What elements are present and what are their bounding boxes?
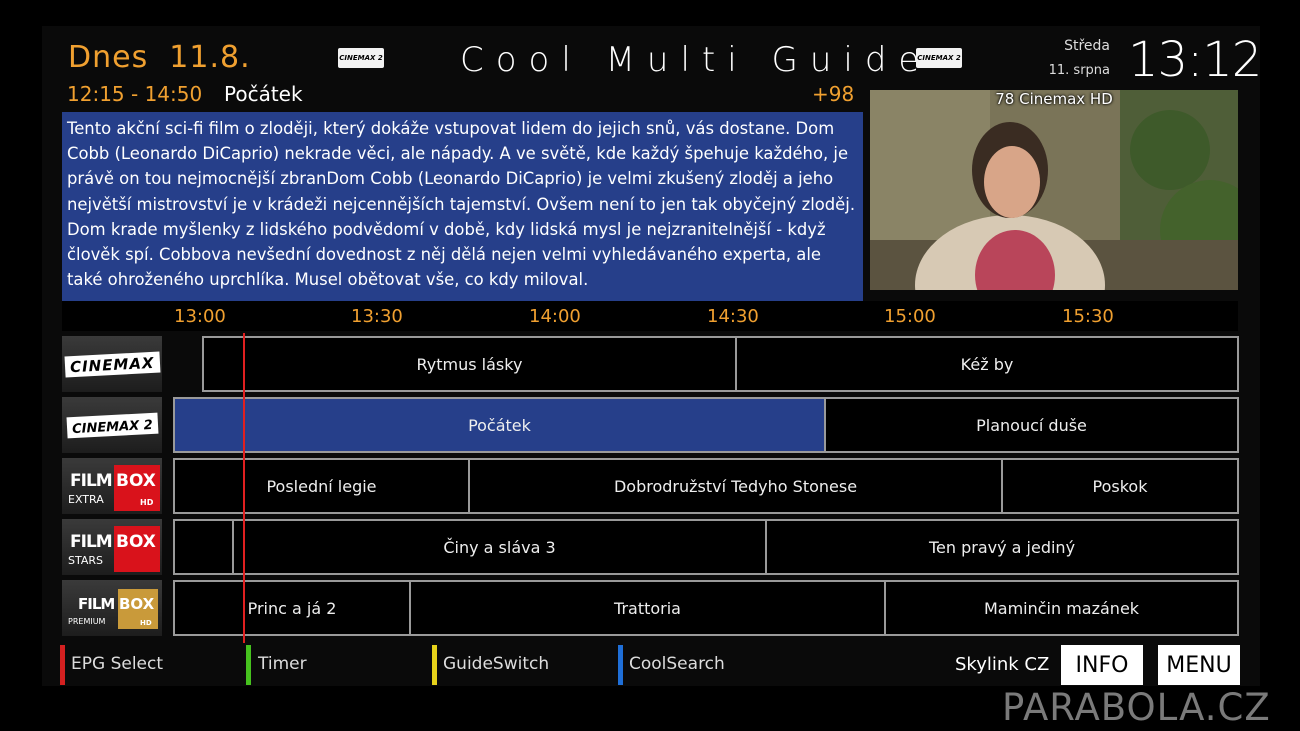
time-tick: 15:00 [884,306,936,327]
logo-film: FILM [70,471,113,491]
red-key-icon [60,645,65,685]
live-preview: 78 Cinemax HD [870,90,1238,290]
program-cell[interactable]: Poskok [1001,458,1239,514]
guide-title: Cool Multi Guide [460,40,932,80]
logo-sub: EXTRA [68,493,104,506]
program-title: Počátek [224,82,303,106]
channel-logo-text: CINEMAX 2 [917,54,961,62]
program-cell[interactable]: Činy a sláva 3 [232,519,767,575]
channel-logo-cinemax2[interactable]: CINEMAX 2 [62,397,162,453]
cool-search-label[interactable]: CoolSearch [629,654,725,674]
channel-logo-filmbox-premium[interactable]: FILM BOX PREMIUM HD [62,580,162,636]
channel-number-badge: +98 [812,82,855,106]
logo-hd: HD [140,498,154,507]
logo-sub: PREMIUM [68,617,106,626]
channel-logo-filmbox-extra[interactable]: FILM BOX EXTRA HD [62,458,162,514]
guide-switch-label[interactable]: GuideSwitch [443,654,549,674]
channel-logo-cinemax[interactable]: CINEMAX [62,336,162,392]
time-tick: 15:30 [1062,306,1114,327]
program-description: Tento akční sci-fi film o zloději, který… [62,112,863,302]
clock: 13:12 [1128,32,1262,88]
time-tick: 14:00 [529,306,581,327]
date-value: 11.8. [169,40,251,75]
yellow-key-icon [432,645,437,685]
logo-box: BOX [116,532,156,552]
channel-logo-filmbox-stars[interactable]: FILM BOX STARS [62,519,162,575]
time-tick: 13:30 [351,306,403,327]
current-time-line [243,333,245,643]
program-cell[interactable]: Planoucí duše [824,397,1239,453]
epg-select-label[interactable]: EPG Select [71,654,163,674]
watermark: PARABOLA.CZ [1002,686,1271,729]
time-tick: 14:30 [707,306,759,327]
program-cell[interactable]: Dobrodružství Tedyho Stonese [468,458,1003,514]
logo-box: BOX [119,595,155,613]
program-cell[interactable]: Poslední legie [173,458,470,514]
date-display: Dnes 11.8. [68,40,251,75]
logo-film: FILM [78,595,115,613]
channel-logo-text: CINEMAX [69,353,155,376]
preview-channel-label: 78 Cinemax HD [995,90,1113,108]
green-key-icon [246,645,251,685]
program-cell[interactable]: Rytmus lásky [202,336,737,392]
program-cell[interactable]: Maminčin mazánek [884,580,1239,636]
program-cell-selected[interactable]: Počátek [173,397,826,453]
time-tick: 13:00 [174,306,226,327]
program-cell[interactable]: Princ a já 2 [173,580,411,636]
timer-label[interactable]: Timer [258,654,307,674]
weekday: Středa [1064,38,1110,54]
program-time-range: 12:15 - 14:50 [67,82,203,106]
preview-image [870,90,1238,290]
date-long: 11. srpna [1048,63,1110,78]
logo-sub: STARS [68,554,103,567]
channel-logo-left: CINEMAX 2 [338,48,384,68]
menu-button[interactable]: MENU [1158,645,1240,685]
blue-key-icon [618,645,623,685]
channel-logo-text: CINEMAX 2 [71,417,153,437]
info-button[interactable]: INFO [1061,645,1143,685]
program-cell-empty[interactable] [173,519,235,575]
logo-box: BOX [116,471,156,491]
program-cell[interactable]: Kéž by [735,336,1239,392]
day-label: Dnes [68,40,149,75]
channel-logo-text: CINEMAX 2 [339,54,383,62]
logo-hd: HD [140,619,152,627]
logo-film: FILM [70,532,113,552]
program-cell[interactable]: Ten pravý a jediný [765,519,1239,575]
provider-name: Skylink CZ [955,654,1050,675]
program-cell[interactable]: Trattoria [409,580,886,636]
channel-logo-right: CINEMAX 2 [916,48,962,68]
